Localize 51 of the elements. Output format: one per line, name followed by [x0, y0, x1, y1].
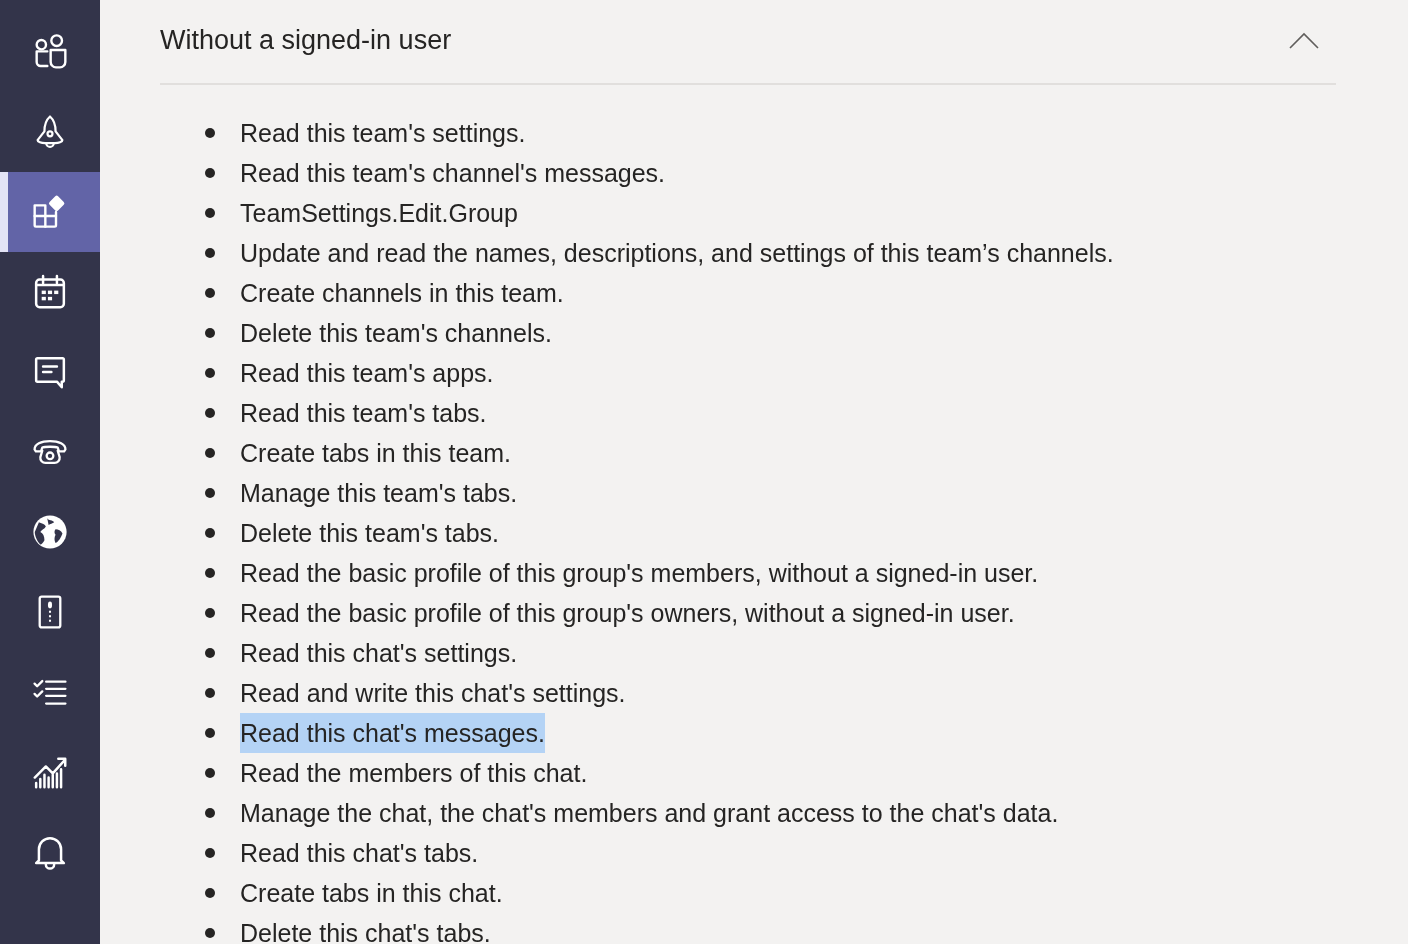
- permission-text: Manage the chat, the chat's members and grant access to the chat's data.: [240, 798, 1059, 829]
- chat-icon: [32, 354, 68, 390]
- bullet-icon: [205, 488, 215, 498]
- bullet-icon: [205, 808, 215, 818]
- bullet-icon: [205, 448, 215, 458]
- bullet-icon: [205, 848, 215, 858]
- permission-text: Read this chat's settings.: [240, 638, 518, 669]
- bell-icon: [32, 834, 68, 870]
- bullet-icon: [205, 728, 215, 738]
- bullet-icon: [205, 888, 215, 898]
- permission-text: TeamSettings.Edit.Group: [240, 198, 518, 229]
- permission-text: Read this team's settings.: [240, 118, 526, 149]
- collapse-button[interactable]: [1288, 31, 1320, 50]
- permission-text: Delete this chat's tabs.: [240, 918, 491, 944]
- bullet-icon: [205, 168, 215, 178]
- bullet-icon: [205, 688, 215, 698]
- permission-text: Read this team's channel's messages.: [240, 158, 666, 189]
- chevron-up-icon: [1288, 31, 1320, 50]
- bullet-icon: [205, 608, 215, 618]
- bullet-icon: [205, 928, 215, 938]
- people-icon: [32, 34, 68, 70]
- permission-text: Read the basic profile of this group's members, without a signed-in user.: [240, 558, 1039, 589]
- permission-text: Delete this team's channels.: [240, 318, 552, 349]
- permission-text: Read this chat's messages.: [240, 713, 545, 753]
- permission-text: Read the basic profile of this group's owners, without a signed-in user.: [240, 598, 1015, 629]
- permission-text: Read this team's tabs.: [240, 398, 487, 429]
- permission-text: Manage this team's tabs.: [240, 478, 518, 509]
- bullet-icon: [205, 368, 215, 378]
- bullet-icon: [205, 248, 215, 258]
- bullet-icon: [205, 528, 215, 538]
- permission-text: Create tabs in this team.: [240, 438, 511, 469]
- bullet-icon: [205, 648, 215, 658]
- permission-text: Create channels in this team.: [240, 278, 564, 309]
- calendar-icon: [32, 274, 68, 310]
- bullet-icon: [205, 568, 215, 578]
- section-title: Without a signed-in user: [160, 25, 452, 56]
- bullet-icon: [205, 768, 215, 778]
- permission-text: Read and write this chat's settings.: [240, 678, 626, 709]
- permission-text: Create tabs in this chat.: [240, 878, 503, 909]
- permission-text: Delete this team's tabs.: [240, 518, 500, 549]
- permission-text: Update and read the names, descriptions, and settings of this team’s channels.: [240, 238, 1114, 269]
- permission-text: Read this team's apps.: [240, 358, 494, 389]
- bullet-icon: [205, 408, 215, 418]
- globe-icon: [32, 514, 68, 550]
- permission-text: Read this chat's tabs.: [240, 838, 479, 869]
- bullet-icon: [205, 328, 215, 338]
- sidebar-button[interactable]: [0, 172, 100, 252]
- bullet-icon: [205, 288, 215, 298]
- bullet-icon: [205, 128, 215, 138]
- permission-text: Read the members of this chat.: [240, 758, 588, 789]
- bullet-icon: [205, 208, 215, 218]
